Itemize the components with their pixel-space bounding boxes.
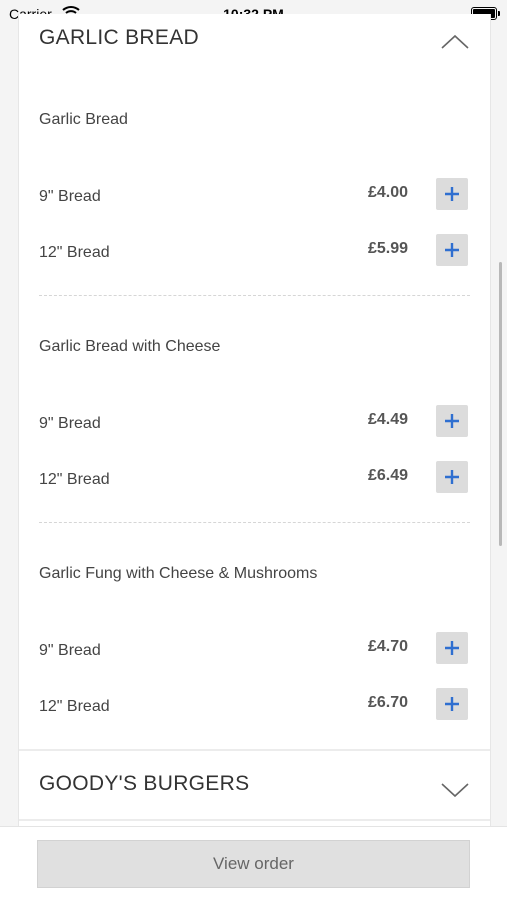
item-label: 12" Bread: [39, 471, 110, 488]
item-label: 9" Bread: [39, 188, 101, 205]
item-price: £6.49: [367, 467, 408, 484]
divider: [39, 522, 470, 523]
item-label: 9" Bread: [39, 415, 101, 432]
list-item: 9" Bread £4.70: [19, 632, 490, 672]
plus-icon: [445, 641, 459, 655]
add-button[interactable]: [436, 405, 468, 437]
bottom-bar: View order: [0, 826, 507, 901]
item-label: 12" Bread: [39, 244, 110, 261]
section-title: GOODY'S BURGERS: [39, 772, 250, 795]
add-button[interactable]: [436, 234, 468, 266]
scrollbar[interactable]: [499, 262, 502, 546]
section-divider: [19, 819, 490, 821]
divider: [39, 295, 470, 296]
section-header-garlic-bread[interactable]: GARLIC BREAD: [19, 14, 490, 74]
list-item: 12" Bread £5.99: [19, 234, 490, 274]
plus-icon: [445, 470, 459, 484]
list-item: 12" Bread £6.70: [19, 688, 490, 728]
item-price: £4.49: [367, 411, 408, 428]
section-title: GARLIC BREAD: [39, 26, 199, 49]
item-price: £4.00: [367, 184, 408, 201]
plus-icon: [445, 187, 459, 201]
add-button[interactable]: [436, 632, 468, 664]
add-button[interactable]: [436, 178, 468, 210]
item-label: 9" Bread: [39, 642, 101, 659]
list-item: 12" Bread £6.49: [19, 461, 490, 501]
add-button[interactable]: [436, 461, 468, 493]
plus-icon: [445, 243, 459, 257]
chevron-up-icon[interactable]: [440, 30, 470, 52]
item-price: £4.70: [367, 638, 408, 655]
group-title: Garlic Bread: [39, 111, 128, 128]
item-label: 12" Bread: [39, 698, 110, 715]
item-price: £6.70: [367, 694, 408, 711]
list-item: 9" Bread £4.00: [19, 178, 490, 218]
add-button[interactable]: [436, 688, 468, 720]
item-price: £5.99: [367, 240, 408, 257]
menu-list: GARLIC BREAD Garlic Bread 9" Bread £4.00…: [18, 14, 491, 826]
section-header-goodys-burgers[interactable]: GOODY'S BURGERS: [19, 751, 490, 811]
plus-icon: [445, 414, 459, 428]
list-item: 9" Bread £4.49: [19, 405, 490, 445]
group-title: Garlic Bread with Cheese: [39, 338, 221, 355]
group-title: Garlic Fung with Cheese & Mushrooms: [39, 565, 318, 582]
view-order-button[interactable]: View order: [37, 840, 470, 888]
plus-icon: [445, 697, 459, 711]
chevron-down-icon[interactable]: [440, 778, 470, 800]
